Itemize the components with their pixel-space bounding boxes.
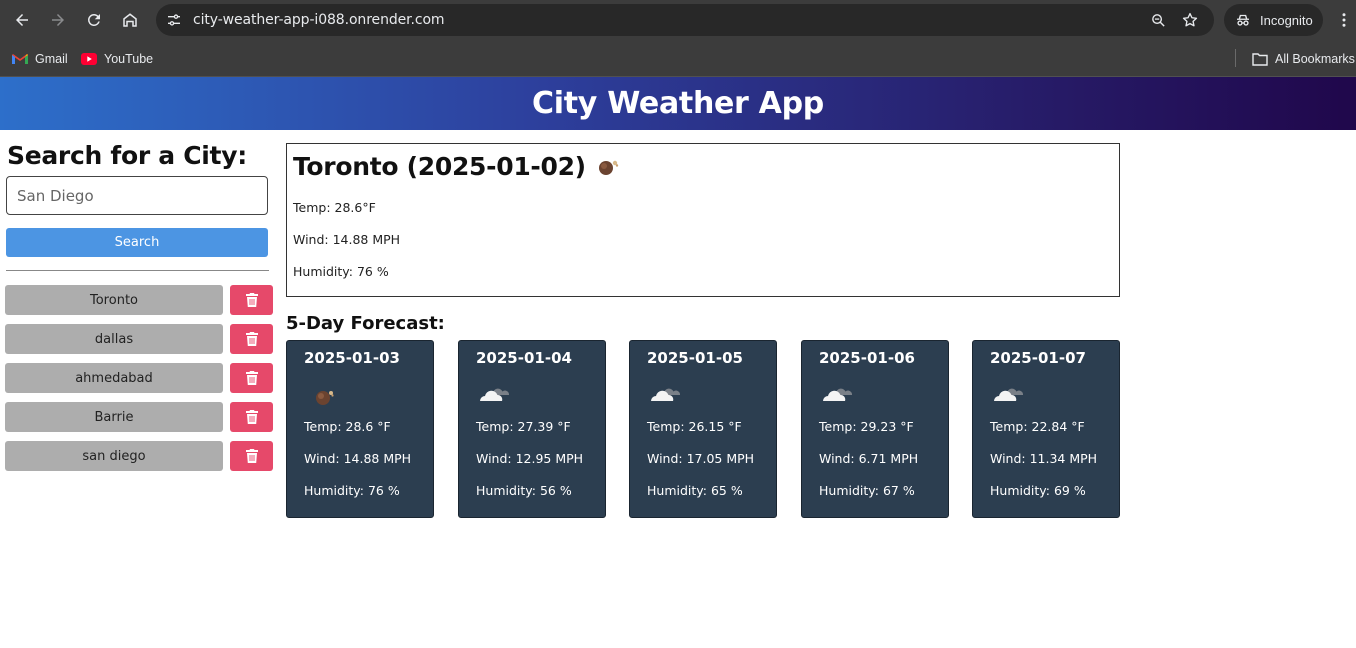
forecast-heading: 5-Day Forecast: [286, 313, 445, 334]
bookmark-star-icon[interactable] [1180, 10, 1200, 30]
bookmark-gmail[interactable]: Gmail [12, 49, 68, 69]
forecast-temp: Temp: 29.23 °F [819, 419, 914, 434]
current-temp: Temp: 28.6°F [293, 200, 376, 215]
incognito-label: Incognito [1260, 12, 1313, 28]
forecast-wind: Wind: 12.95 MPH [476, 451, 584, 466]
history-row: dallas [5, 324, 273, 354]
forecast-humidity: Humidity: 69 % [990, 483, 1086, 498]
search-heading: Search for a City: [7, 141, 247, 170]
sidebar-divider [6, 270, 269, 271]
trash-icon [245, 332, 258, 346]
cloudy-icon [480, 388, 510, 401]
incognito-icon [1237, 14, 1249, 26]
back-button[interactable] [10, 8, 34, 32]
search-button[interactable]: Search [6, 228, 268, 257]
bookmark-youtube[interactable]: YouTube [81, 49, 153, 69]
night-clear-icon [316, 391, 334, 405]
delete-city-button[interactable] [230, 324, 273, 354]
forecast-temp: Temp: 26.15 °F [647, 419, 742, 434]
forecast-wind: Wind: 6.71 MPH [819, 451, 919, 466]
trash-icon [245, 371, 258, 385]
forecast-date: 2025-01-04 [476, 349, 572, 367]
gmail-icon [12, 54, 28, 64]
delete-city-button[interactable] [230, 285, 273, 315]
forecast-humidity: Humidity: 76 % [304, 483, 400, 498]
forecast-date: 2025-01-06 [819, 349, 915, 367]
history-city-button[interactable]: Barrie [5, 402, 223, 432]
forecast-humidity: Humidity: 56 % [476, 483, 572, 498]
site-settings-icon[interactable] [164, 10, 184, 30]
reload-button[interactable] [82, 8, 106, 32]
current-city-date: Toronto (2025-01-02) [293, 152, 586, 181]
trash-icon [245, 293, 258, 307]
app-title: City Weather App [532, 86, 824, 121]
incognito-badge[interactable]: Incognito [1224, 4, 1323, 36]
trash-icon [245, 410, 258, 424]
bookmark-label: YouTube [104, 52, 154, 66]
current-weather-panel: Toronto (2025-01-02) Temp: 28.6°F Wind: … [286, 143, 1120, 297]
current-wind: Wind: 14.88 MPH [293, 232, 401, 247]
history-row: Toronto [5, 285, 273, 315]
forecast-wind: Wind: 11.34 MPH [990, 451, 1098, 466]
forecast-temp: Temp: 28.6 °F [304, 419, 391, 434]
history-row: ahmedabad [5, 363, 273, 393]
forecast-wind: Wind: 14.88 MPH [304, 451, 412, 466]
forecast-card: 2025-01-04 Temp: 27.39 °F Wind: 12.95 MP… [458, 340, 606, 518]
forecast-card: 2025-01-03 Temp: 28.6 °F Wind: 14.88 MPH… [286, 340, 434, 518]
history-row: Barrie [5, 402, 273, 432]
reload-icon [87, 13, 100, 26]
cloudy-icon [994, 388, 1024, 401]
delete-city-button[interactable] [230, 441, 273, 471]
zoom-icon[interactable] [1148, 10, 1168, 30]
cloudy-icon [823, 388, 853, 401]
bookmark-label: Gmail [35, 52, 68, 66]
forecast-date: 2025-01-05 [647, 349, 743, 367]
arrow-right-icon [52, 14, 64, 26]
forecast-card: 2025-01-05 Temp: 26.15 °F Wind: 17.05 MP… [629, 340, 777, 518]
forecast-date: 2025-01-03 [304, 349, 400, 367]
home-button[interactable] [118, 8, 142, 32]
youtube-icon [81, 53, 97, 65]
all-bookmarks-button[interactable]: All Bookmarks [1252, 49, 1355, 69]
forecast-humidity: Humidity: 67 % [819, 483, 915, 498]
history-city-button[interactable]: san diego [5, 441, 223, 471]
delete-city-button[interactable] [230, 402, 273, 432]
night-clear-icon [598, 160, 619, 175]
forecast-humidity: Humidity: 65 % [647, 483, 743, 498]
forecast-card: 2025-01-07 Temp: 22.84 °F Wind: 11.34 MP… [972, 340, 1120, 518]
trash-icon [245, 449, 258, 463]
forecast-date: 2025-01-07 [990, 349, 1086, 367]
browser-menu-icon[interactable] [1334, 9, 1354, 31]
city-search-input[interactable] [6, 176, 268, 215]
cloudy-icon [651, 388, 681, 401]
history-row: san diego [5, 441, 273, 471]
forecast-temp: Temp: 22.84 °F [990, 419, 1085, 434]
app-header: City Weather App [0, 77, 1356, 130]
current-weather-heading: Toronto (2025-01-02) [293, 152, 622, 181]
search-sidebar: Search for a City: Search Toronto dallas… [0, 130, 280, 648]
forecast-card: 2025-01-06 Temp: 29.23 °F Wind: 6.71 MPH… [801, 340, 949, 518]
all-bookmarks-label: All Bookmarks [1275, 52, 1355, 66]
home-icon [123, 13, 137, 27]
history-city-button[interactable]: Toronto [5, 285, 223, 315]
history-city-button[interactable]: ahmedabad [5, 363, 223, 393]
history-city-button[interactable]: dallas [5, 324, 223, 354]
bookmarks-bar: Gmail YouTube All Bookmarks [0, 40, 1356, 77]
browser-toolbar: city-weather-app-i088.onrender.com Incog… [0, 0, 1356, 40]
delete-city-button[interactable] [230, 363, 273, 393]
folder-icon [1252, 53, 1268, 66]
arrow-left-icon [16, 14, 28, 26]
url-text: city-weather-app-i088.onrender.com [193, 12, 445, 28]
forecast-temp: Temp: 27.39 °F [476, 419, 571, 434]
forecast-wind: Wind: 17.05 MPH [647, 451, 755, 466]
forward-button[interactable] [46, 8, 70, 32]
current-humidity: Humidity: 76 % [293, 264, 389, 279]
bookmarks-divider [1235, 49, 1236, 67]
address-bar[interactable]: city-weather-app-i088.onrender.com [156, 4, 1214, 36]
